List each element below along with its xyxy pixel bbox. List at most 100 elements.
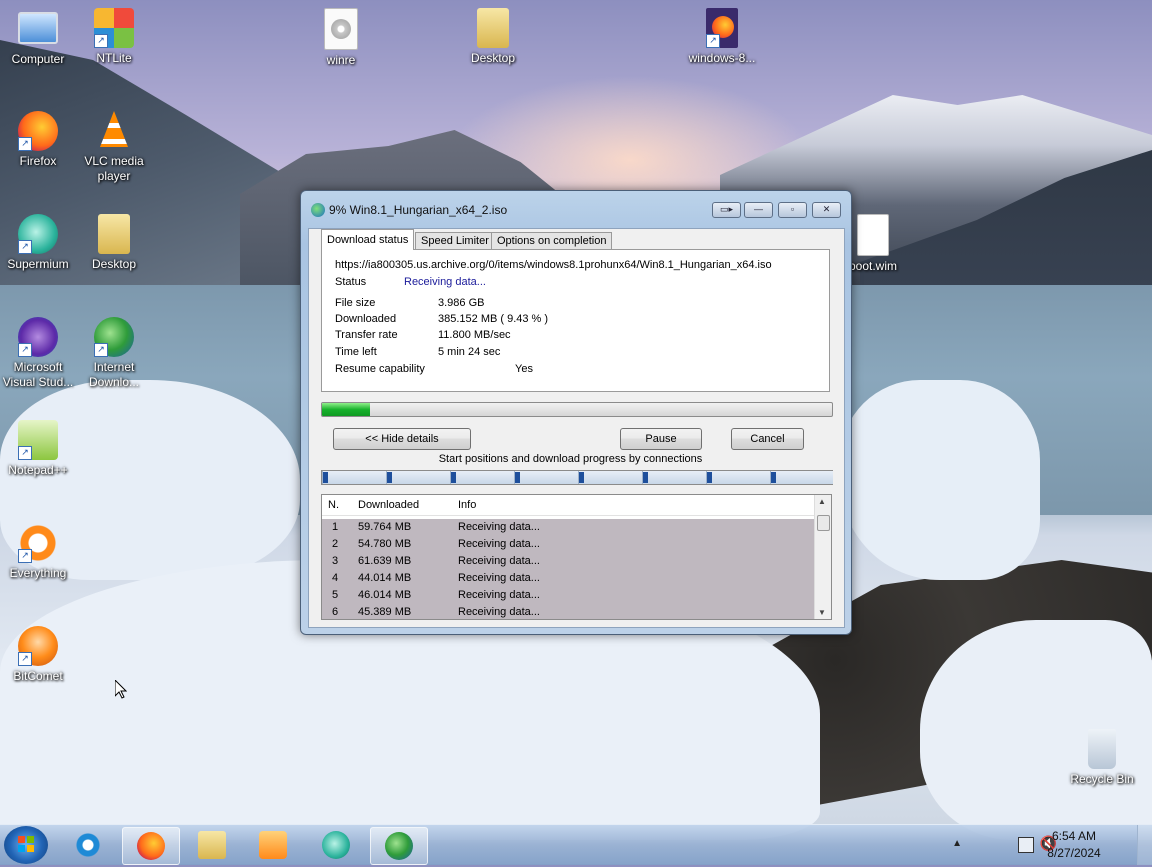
- ntlite-icon: ↗: [94, 8, 134, 48]
- desktop-icon-bitcomet[interactable]: ↗ BitComet: [0, 626, 76, 684]
- connection-segment: [706, 471, 771, 484]
- desktop-icon-vlc[interactable]: VLC media player: [76, 111, 152, 184]
- shortcut-arrow-icon: ↗: [18, 240, 32, 254]
- taskbar-supermium[interactable]: [308, 827, 364, 863]
- tab-options-on-completion[interactable]: Options on completion: [491, 232, 613, 250]
- connection-segment: [450, 471, 515, 484]
- desktop-icon-label: BitComet: [13, 669, 63, 683]
- file-icon: [857, 214, 889, 256]
- cancel-button[interactable]: Cancel: [731, 428, 804, 450]
- connection-marker: [771, 472, 776, 483]
- idm-globe-icon: [311, 203, 325, 217]
- shortcut-arrow-icon: ↗: [18, 446, 32, 460]
- cell-n: 6: [332, 606, 339, 618]
- folder-icon: [477, 8, 509, 48]
- desktop-icon-label: Firefox: [19, 154, 57, 168]
- desktop-icon-label: Supermium: [7, 257, 69, 271]
- list-scrollbar[interactable]: ▲ ▼: [814, 495, 831, 619]
- desktop-icon-firefox[interactable]: ↗ Firefox: [0, 111, 76, 169]
- connections-progress-bar: [321, 470, 833, 485]
- show-desktop-button[interactable]: [1137, 825, 1152, 865]
- start-button[interactable]: [4, 826, 48, 864]
- desktop-icon-windows-8[interactable]: ↗ windows-8...: [684, 8, 760, 66]
- cell-downloaded: 45.389 MB: [358, 606, 412, 618]
- desktop-icon-label: Computer: [11, 52, 65, 66]
- desktop-icon-label: Notepad++: [8, 463, 68, 477]
- desktop-icon-label: VLC media player: [84, 154, 144, 183]
- connections-list[interactable]: N. Downloaded Info 1 59.764 MB Receiving…: [321, 494, 832, 620]
- download-status-panel: https://ia800305.us.archive.org/0/items/…: [321, 249, 830, 392]
- desktop-icon-ntlite[interactable]: ↗ NTLite: [76, 8, 152, 66]
- connection-marker: [707, 472, 712, 483]
- close-button[interactable]: ✕: [812, 202, 841, 218]
- column-header-downloaded[interactable]: Downloaded: [358, 499, 419, 511]
- tab-download-status[interactable]: Download status: [321, 229, 415, 250]
- desktop-icon-computer[interactable]: Computer: [0, 8, 76, 67]
- scrollbar-thumb[interactable]: [817, 515, 830, 531]
- internet-explorer-icon: [74, 831, 102, 859]
- cell-n: 4: [332, 572, 339, 584]
- system-clock[interactable]: 6:54 AM 8/27/2024: [1034, 828, 1114, 862]
- table-row[interactable]: 4 44.014 MB Receiving data...: [322, 570, 814, 587]
- shortcut-arrow-icon: ↗: [94, 343, 108, 357]
- wallpaper-ice: [840, 380, 1040, 580]
- download-progress-window[interactable]: 9% Win8.1_Hungarian_x64_2.iso ▭▸ — ▫ ✕ D…: [300, 190, 852, 635]
- shortcut-arrow-icon: ↗: [18, 652, 32, 666]
- cell-downloaded: 61.639 MB: [358, 555, 412, 567]
- window-title: 9% Win8.1_Hungarian_x64_2.iso: [311, 203, 507, 217]
- cell-info: Receiving data...: [458, 555, 540, 567]
- table-row[interactable]: 6 45.389 MB Receiving data...: [322, 604, 814, 619]
- desktop-icon-visual-studio[interactable]: ↗ Microsoft Visual Stud...: [0, 317, 76, 390]
- resume-capability-value: Yes: [515, 363, 533, 375]
- minimize-to-tray-button[interactable]: ▭▸: [712, 202, 741, 218]
- pause-button[interactable]: Pause: [620, 428, 702, 450]
- table-row[interactable]: 5 46.014 MB Receiving data...: [322, 587, 814, 604]
- taskbar-firefox[interactable]: [122, 827, 180, 865]
- download-progress-fill: [322, 403, 371, 416]
- table-row[interactable]: 3 61.639 MB Receiving data...: [322, 553, 814, 570]
- show-hidden-icons-icon[interactable]: ▲: [952, 838, 962, 849]
- taskbar-file-explorer[interactable]: [184, 827, 240, 863]
- desktop-icon-notepad-plus-plus[interactable]: ↗ Notepad++: [0, 420, 76, 478]
- cell-downloaded: 54.780 MB: [358, 538, 412, 550]
- desktop-icon-desktop-folder-2[interactable]: Desktop: [76, 214, 152, 272]
- desktop-icon-everything[interactable]: ↗ Everything: [0, 523, 76, 581]
- desktop-icon-supermium[interactable]: ↗ Supermium: [0, 214, 76, 272]
- taskbar-media-player[interactable]: [245, 827, 301, 863]
- desktop-icon-internet-download-manager[interactable]: ↗ Internet Downlo...: [76, 317, 152, 390]
- desktop-icon-label: winre: [326, 53, 356, 67]
- scroll-up-icon[interactable]: ▲: [818, 497, 826, 506]
- table-row[interactable]: 2 54.780 MB Receiving data...: [322, 536, 814, 553]
- desktop-icon-label: Recycle Bin: [1070, 772, 1134, 786]
- taskbar-internet-explorer[interactable]: [60, 827, 116, 863]
- tab-speed-limiter[interactable]: Speed Limiter: [415, 232, 495, 250]
- everything-search-icon: ↗: [18, 523, 58, 563]
- column-header-n[interactable]: N.: [328, 499, 339, 511]
- time-left-label: Time left: [335, 346, 377, 358]
- cell-n: 1: [332, 521, 339, 533]
- transfer-rate-value: 11.800 MB/sec: [438, 329, 511, 341]
- desktop-icon-label: NTLite: [96, 51, 132, 65]
- hide-details-button[interactable]: << Hide details: [333, 428, 471, 450]
- folder-icon: [198, 831, 226, 859]
- firefox-document-icon: ↗: [706, 8, 738, 48]
- connection-segment: [514, 471, 579, 484]
- taskbar-internet-download-manager[interactable]: [370, 827, 428, 865]
- window-title-text: 9% Win8.1_Hungarian_x64_2.iso: [329, 203, 508, 217]
- table-row[interactable]: 1 59.764 MB Receiving data...: [322, 519, 814, 536]
- status-value: Receiving data...: [404, 276, 486, 288]
- desktop-icon-label: Desktop: [91, 257, 137, 271]
- clock-time: 6:54 AM: [1051, 829, 1097, 843]
- connection-marker: [579, 472, 584, 483]
- cell-n: 5: [332, 589, 339, 601]
- clock-date: 8/27/2024: [1047, 846, 1101, 860]
- column-header-info[interactable]: Info: [458, 499, 476, 511]
- minimize-button[interactable]: —: [744, 202, 773, 218]
- desktop-icon-winre[interactable]: winre: [303, 8, 379, 68]
- desktop-icon-recycle-bin[interactable]: Recycle Bin: [1064, 729, 1140, 787]
- scroll-down-icon[interactable]: ▼: [818, 608, 826, 617]
- maximize-button[interactable]: ▫: [778, 202, 807, 218]
- network-icon[interactable]: [1018, 837, 1034, 853]
- desktop-icon-desktop-folder[interactable]: Desktop: [455, 8, 531, 66]
- taskbar: ▲ 🔇 6:54 AM 8/27/2024: [0, 824, 1152, 865]
